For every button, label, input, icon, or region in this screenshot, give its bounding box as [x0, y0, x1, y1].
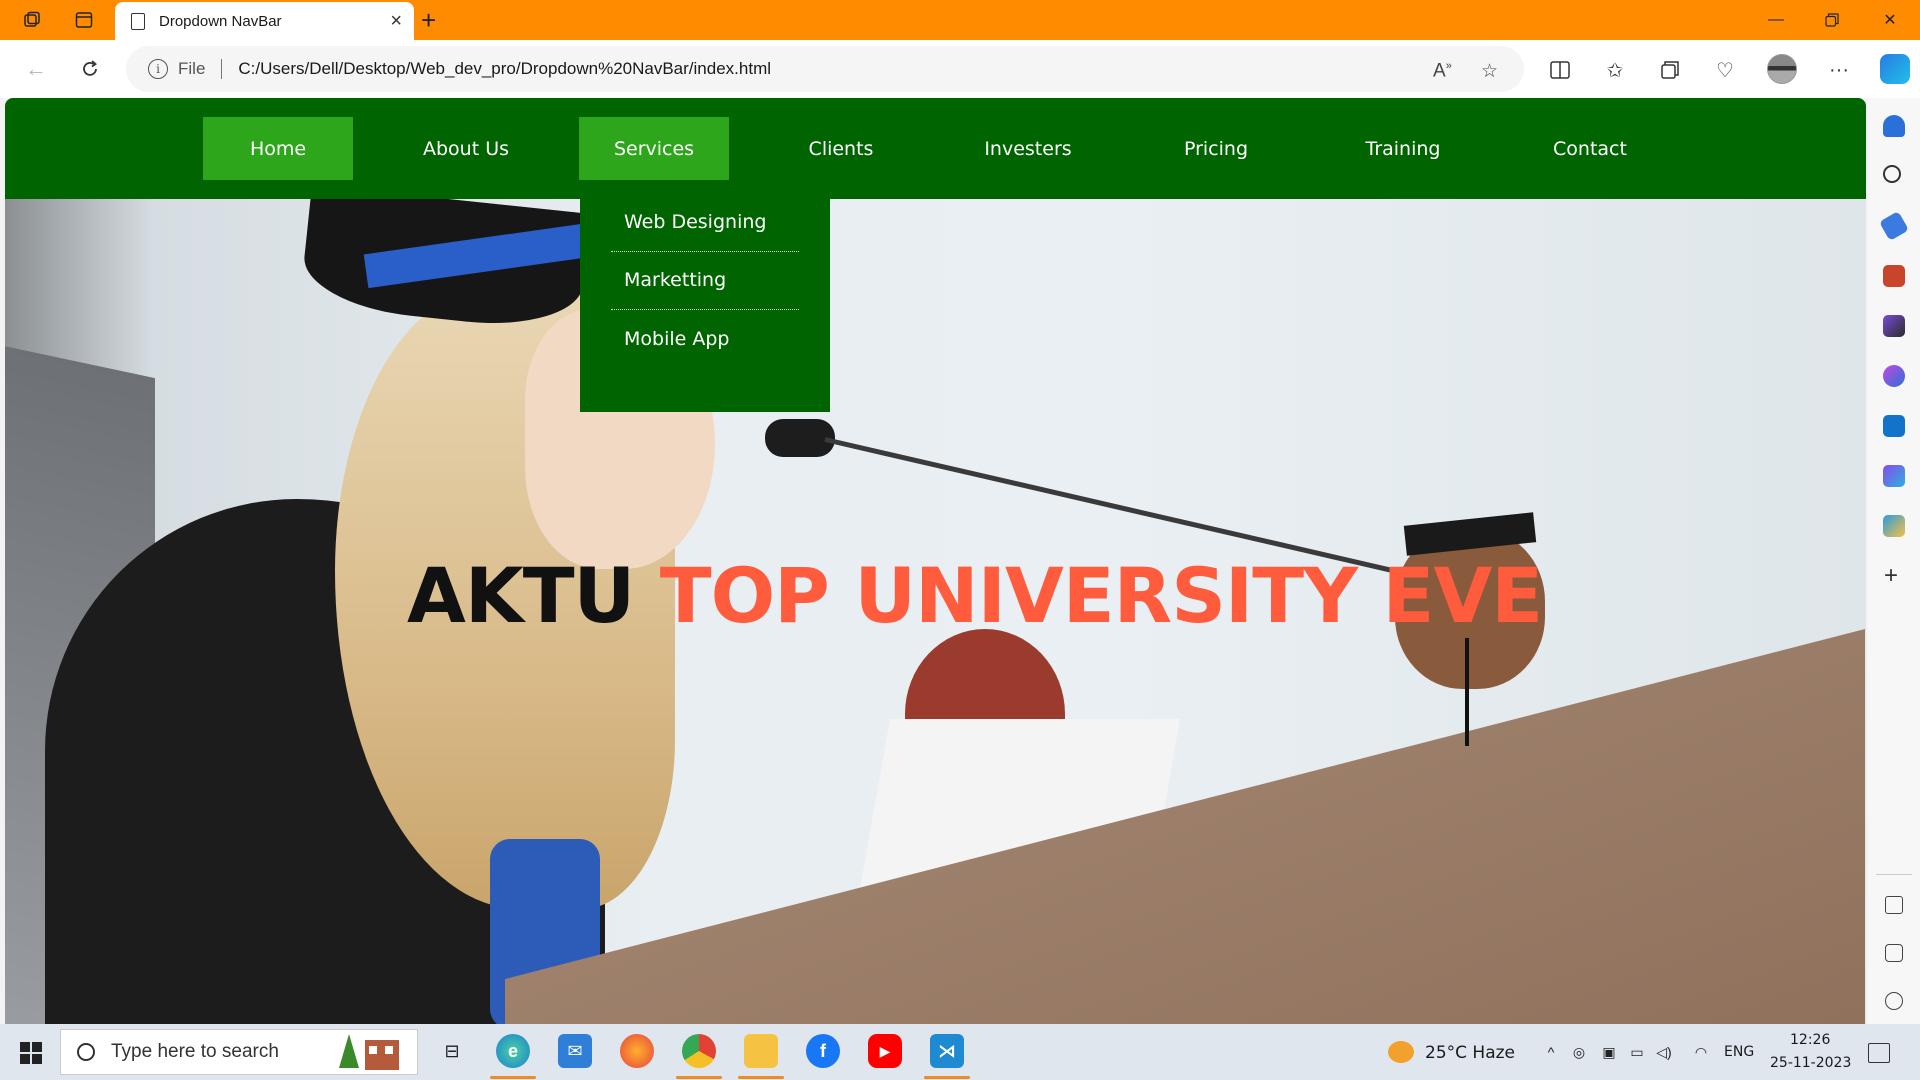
- browser-essentials-icon[interactable]: ♡: [1712, 57, 1738, 83]
- chevron-up-icon[interactable]: ^: [1542, 1043, 1560, 1061]
- windows-start-icon[interactable]: [20, 1042, 42, 1064]
- nav-item-training[interactable]: Training: [1328, 117, 1478, 180]
- search-icon[interactable]: [1883, 165, 1901, 183]
- nav-item-contact[interactable]: Contact: [1515, 117, 1665, 180]
- chrome-active-indicator: [676, 1076, 722, 1079]
- notifications-bell-icon[interactable]: [1883, 115, 1905, 137]
- split-screen-icon[interactable]: [1547, 57, 1573, 83]
- collections-icon[interactable]: [1657, 57, 1683, 83]
- edge-taskbar-icon[interactable]: e: [496, 1034, 530, 1068]
- microsoft-365-icon[interactable]: [1883, 365, 1905, 387]
- weather-haze-icon[interactable]: [1388, 1041, 1414, 1063]
- battery-icon[interactable]: ▭: [1628, 1043, 1646, 1061]
- vscode-icon[interactable]: ⋊: [930, 1034, 964, 1068]
- workspaces-icon[interactable]: [18, 6, 46, 34]
- navbar: Home About Us Services Clients Investers…: [5, 98, 1866, 199]
- back-arrow-icon[interactable]: ←: [20, 53, 52, 85]
- document-icon: [131, 12, 145, 30]
- close-tab-icon[interactable]: ×: [390, 11, 402, 31]
- clock-date[interactable]: 25-11-2023: [1770, 1055, 1851, 1071]
- nav-item-services[interactable]: Services: [579, 117, 729, 180]
- sidebar-settings-gear-icon[interactable]: [1885, 992, 1903, 1010]
- windows-taskbar: Type here to search ⊟ e ✉ f ▶ ⋊ 25°C Haz…: [0, 1024, 1920, 1080]
- weather-text[interactable]: 25°C Haze: [1425, 1043, 1515, 1063]
- chrome-icon[interactable]: [682, 1034, 716, 1068]
- address-scheme-label: File: [178, 59, 206, 78]
- dropdown-divider: [611, 309, 799, 310]
- tab-actions-icon[interactable]: [70, 6, 98, 34]
- services-dropdown-menu: Web Designing Marketting Mobile App: [580, 199, 830, 412]
- close-window-button[interactable]: ✕: [1862, 0, 1918, 40]
- nav-item-home[interactable]: Home: [203, 117, 353, 180]
- task-view-icon[interactable]: ⊟: [435, 1034, 469, 1068]
- volume-icon[interactable]: ◁): [1655, 1043, 1673, 1061]
- new-tab-button[interactable]: +: [421, 6, 436, 34]
- games-icon[interactable]: [1883, 315, 1905, 337]
- notification-center-icon[interactable]: [1868, 1043, 1890, 1063]
- headline-word-aktu: AKTU: [407, 551, 635, 640]
- address-separator: [221, 59, 223, 79]
- wifi-icon[interactable]: ◠: [1692, 1043, 1710, 1061]
- refresh-icon[interactable]: [74, 53, 106, 85]
- dropdown-item-web-designing[interactable]: Web Designing: [611, 211, 799, 233]
- search-magnifier-icon: [77, 1043, 95, 1061]
- read-aloud-icon[interactable]: A»: [1433, 60, 1452, 82]
- clock-time[interactable]: 12:26: [1790, 1032, 1830, 1048]
- edge-sidebar: +: [1868, 98, 1920, 1024]
- explorer-active-indicator: [738, 1076, 784, 1079]
- dropdown-item-marketting[interactable]: Marketting: [611, 269, 799, 291]
- mail-icon[interactable]: ✉: [558, 1034, 592, 1068]
- sidebar-divider: [1876, 874, 1912, 875]
- site-info-icon[interactable]: i: [148, 59, 168, 79]
- photo-podium: [505, 629, 1865, 1024]
- nav-item-pricing[interactable]: Pricing: [1141, 117, 1291, 180]
- nav-item-investers[interactable]: Investers: [953, 117, 1103, 180]
- nav-item-about-us[interactable]: About Us: [391, 117, 541, 180]
- search-highlight-icon[interactable]: [335, 1032, 405, 1072]
- vscode-active-indicator: [924, 1076, 970, 1079]
- facebook-icon[interactable]: f: [806, 1034, 840, 1068]
- headline-typing-text: TOP UNIVERSITY EVE: [659, 551, 1543, 640]
- favorites-icon[interactable]: ✩: [1602, 57, 1628, 83]
- browser-title-bar: Dropdown NavBar × + — ✕: [0, 0, 1920, 40]
- external-link-icon[interactable]: [1885, 944, 1903, 962]
- settings-more-icon[interactable]: ···: [1826, 57, 1852, 83]
- address-bar[interactable]: i File C:/Users/Dell/Desktop/Web_dev_pro…: [126, 46, 1524, 92]
- firefox-icon[interactable]: [620, 1034, 654, 1068]
- dropdown-item-mobile-app[interactable]: Mobile App: [611, 328, 799, 350]
- tab-title: Dropdown NavBar: [159, 12, 282, 30]
- device-icon[interactable]: ▣: [1600, 1043, 1618, 1061]
- youtube-icon[interactable]: ▶: [868, 1034, 902, 1068]
- browser-tab[interactable]: Dropdown NavBar ×: [115, 2, 414, 40]
- copilot-icon[interactable]: [1880, 54, 1910, 84]
- designer-icon[interactable]: [1883, 465, 1905, 487]
- hide-sidebar-icon[interactable]: [1885, 896, 1903, 914]
- telegram-icon[interactable]: [1883, 515, 1905, 537]
- url-text[interactable]: C:/Users/Dell/Desktop/Web_dev_pro/Dropdo…: [238, 59, 771, 79]
- hero-headline: AKTU TOP UNIVERSITY EVE: [407, 551, 1543, 640]
- add-sidebar-app-icon[interactable]: +: [1884, 564, 1898, 588]
- dropdown-divider: [611, 251, 799, 252]
- minimize-button[interactable]: —: [1748, 0, 1804, 40]
- nav-item-clients[interactable]: Clients: [766, 117, 916, 180]
- shopping-tag-icon[interactable]: [1878, 210, 1910, 242]
- taskbar-search-placeholder: Type here to search: [111, 1041, 279, 1062]
- typing-caret: [1465, 638, 1469, 746]
- network-info-icon[interactable]: ◎: [1570, 1043, 1588, 1061]
- file-explorer-icon[interactable]: [744, 1034, 778, 1068]
- browser-toolbar: ← i File C:/Users/Dell/Desktop/Web_dev_p…: [0, 40, 1920, 98]
- profile-avatar[interactable]: [1767, 54, 1797, 84]
- language-indicator[interactable]: ENG: [1724, 1044, 1754, 1060]
- tools-briefcase-icon[interactable]: [1883, 265, 1905, 287]
- outlook-icon[interactable]: [1883, 415, 1905, 437]
- page-viewport: AKTU TOP UNIVERSITY EVE Home About Us Se…: [5, 98, 1866, 1024]
- edge-active-indicator: [490, 1076, 536, 1079]
- favorite-star-icon[interactable]: ☆: [1481, 60, 1498, 83]
- restore-button[interactable]: [1804, 0, 1860, 40]
